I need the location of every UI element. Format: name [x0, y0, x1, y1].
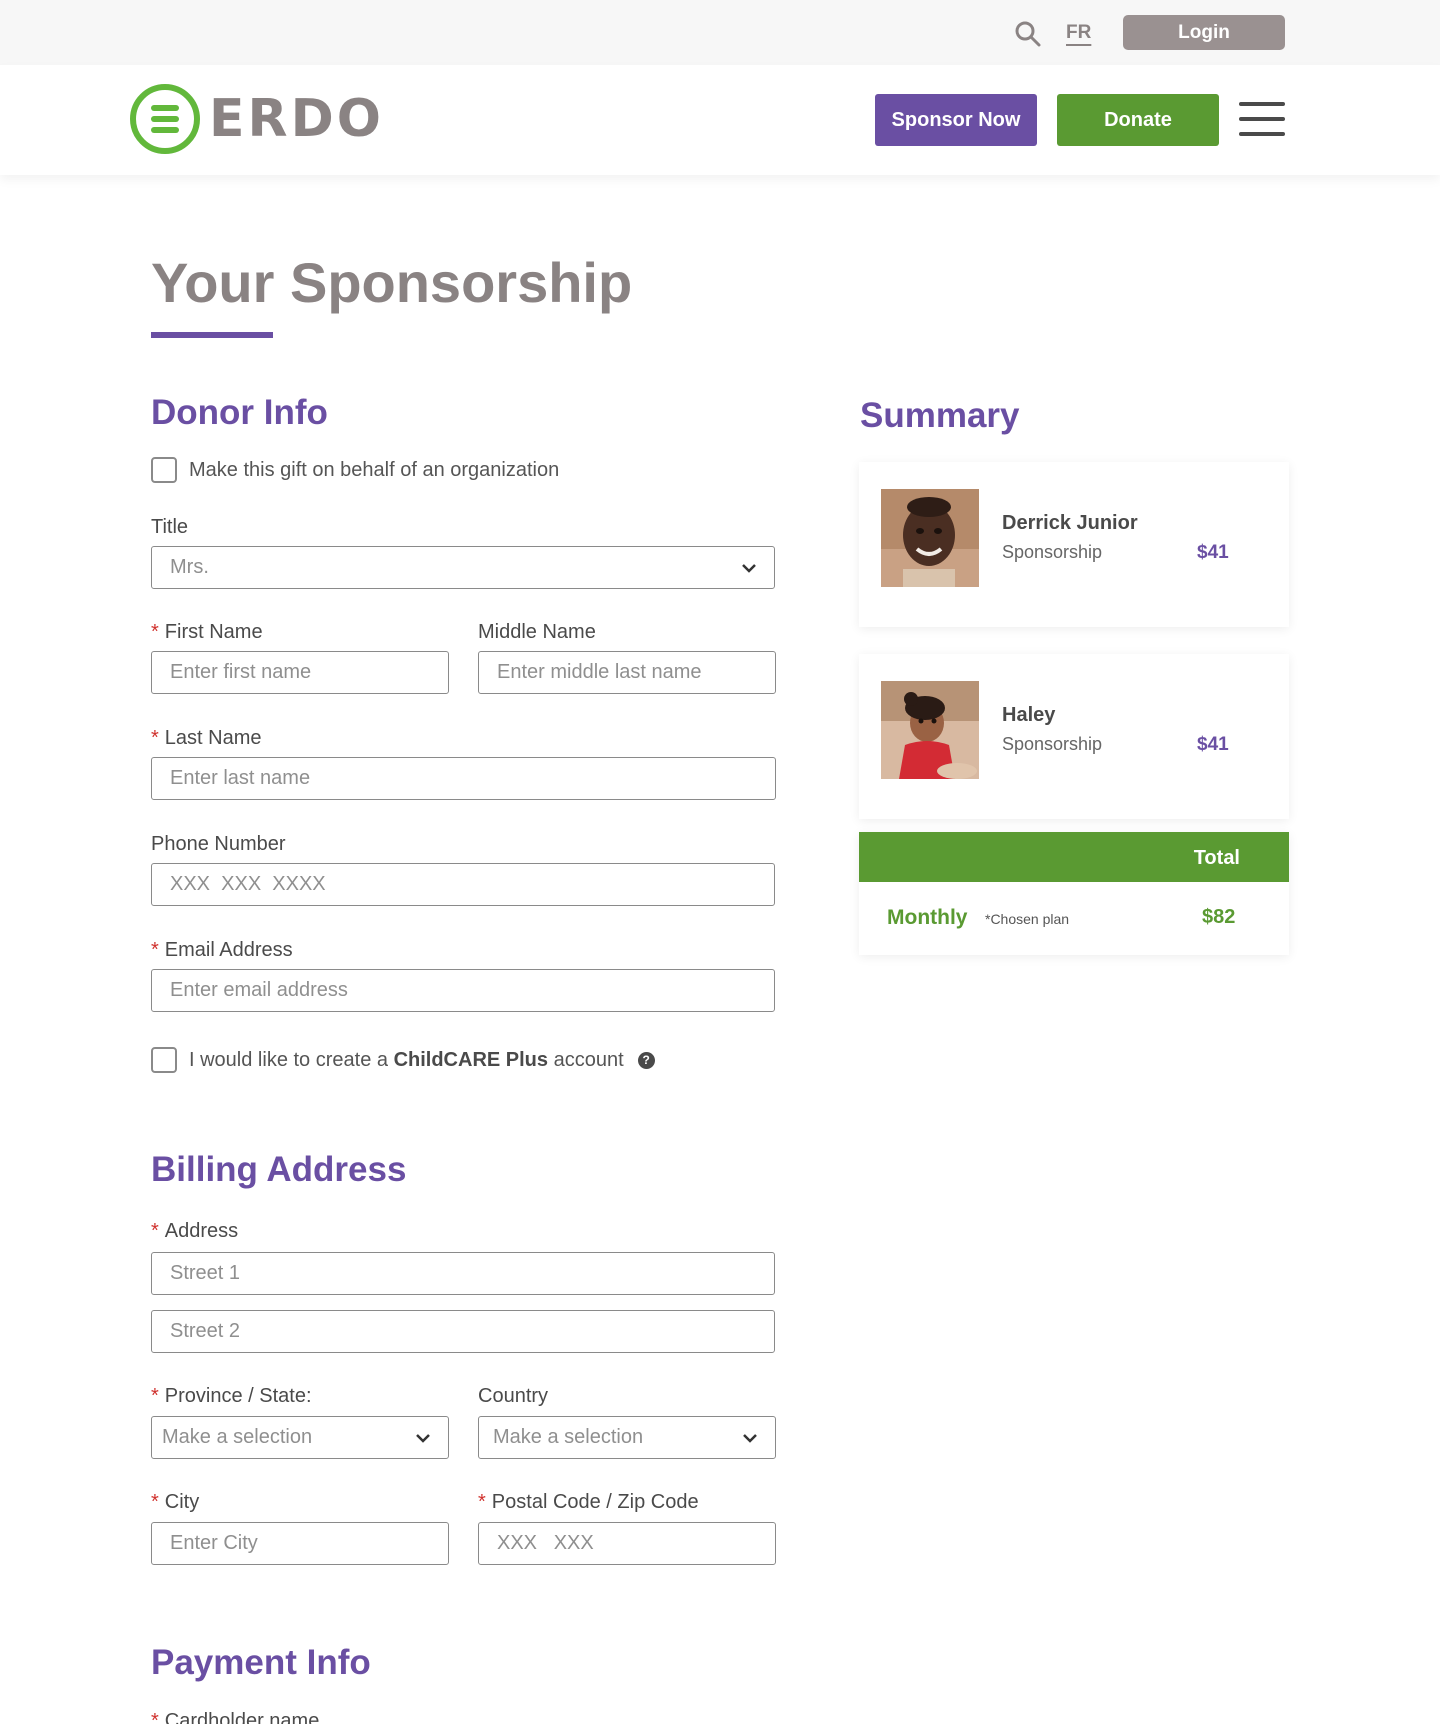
phone-label: Phone Number: [151, 833, 286, 855]
first-name-label: * First Name: [151, 621, 263, 643]
chevron-down-icon: [743, 1433, 757, 1443]
first-name-input[interactable]: [151, 651, 449, 694]
middle-name-label: Middle Name: [478, 621, 596, 643]
donor-info-heading: Donor Info: [151, 393, 328, 432]
cardholder-name-label: * Cardholder name: [151, 1710, 320, 1724]
summary-item-card: Haley Sponsorship $41: [859, 654, 1289, 819]
title-underline: [151, 332, 273, 338]
middle-name-input[interactable]: [478, 651, 776, 694]
country-label: Country: [478, 1385, 549, 1407]
childcare-account-option: I would like to create a ChildCARE Plus …: [151, 1047, 655, 1073]
childcare-account-checkbox[interactable]: [151, 1047, 177, 1073]
address-label: * Address: [151, 1220, 239, 1242]
title-select-value: Mrs.: [170, 556, 209, 578]
email-input[interactable]: [151, 969, 775, 1012]
site-header: ERDO Sponsor Now Donate: [0, 65, 1440, 175]
billing-address-heading: Billing Address: [151, 1150, 407, 1189]
street-2-input[interactable]: [151, 1310, 775, 1353]
chevron-down-icon: [416, 1433, 430, 1443]
phone-input[interactable]: [151, 863, 775, 906]
email-label: * Email Address: [151, 939, 293, 961]
street-1-input[interactable]: [151, 1252, 775, 1295]
title-label: Title: [151, 516, 189, 538]
last-name-input[interactable]: [151, 757, 776, 800]
title-select[interactable]: Mrs.: [151, 546, 775, 589]
chevron-down-icon: [742, 563, 756, 573]
child-name: Derrick Junior: [1002, 512, 1138, 534]
login-button[interactable]: Login: [1123, 15, 1285, 50]
total-label: Total: [1193, 847, 1240, 869]
summary-heading: Summary: [860, 396, 1020, 435]
organization-gift-checkbox[interactable]: [151, 457, 177, 483]
payment-info-heading: Payment Info: [151, 1643, 371, 1682]
child-plan: Sponsorship: [1002, 734, 1103, 754]
total-bar: Total: [859, 832, 1289, 882]
province-select-value: Make a selection: [162, 1426, 313, 1448]
organization-gift-option: Make this gift on behalf of an organizat…: [151, 457, 559, 483]
hamburger-menu-icon[interactable]: [1239, 102, 1285, 138]
total-card: Total Monthly *Chosen plan $82: [859, 832, 1289, 955]
donate-button[interactable]: Donate: [1057, 94, 1219, 146]
logo-wordmark: ERDO: [209, 89, 384, 149]
country-select[interactable]: Make a selection: [478, 1416, 776, 1459]
summary-item-card: Derrick Junior Sponsorship $41: [859, 462, 1289, 627]
page-title: Your Sponsorship: [151, 251, 633, 314]
child-photo: [881, 681, 979, 779]
country-select-value: Make a selection: [493, 1426, 644, 1448]
language-toggle-link[interactable]: FR: [1066, 22, 1091, 44]
utility-bar: FR Login: [0, 0, 1440, 65]
child-amount: $41: [1197, 734, 1229, 755]
plan-frequency: Monthly: [887, 906, 968, 929]
child-amount: $41: [1197, 542, 1229, 563]
child-name: Haley: [1002, 704, 1056, 726]
child-photo: [881, 489, 979, 587]
help-icon[interactable]: ?: [637, 1051, 655, 1069]
plan-note: *Chosen plan: [985, 911, 1070, 927]
total-amount: $82: [1202, 906, 1236, 928]
search-icon[interactable]: [1014, 20, 1042, 48]
logo-mark-icon: [130, 84, 200, 154]
city-input[interactable]: [151, 1522, 449, 1565]
postal-code-input[interactable]: [478, 1522, 776, 1565]
last-name-label: * Last Name: [151, 727, 262, 749]
city-label: * City: [151, 1491, 200, 1513]
child-plan: Sponsorship: [1002, 542, 1103, 562]
province-select[interactable]: Make a selection: [151, 1416, 449, 1459]
province-label: * Province / State:: [151, 1385, 312, 1407]
organization-gift-label: Make this gift on behalf of an organizat…: [189, 458, 560, 481]
sponsor-now-button[interactable]: Sponsor Now: [875, 94, 1037, 146]
childcare-account-label: I would like to create a ChildCARE Plus …: [189, 1048, 624, 1071]
postal-code-label: * Postal Code / Zip Code: [478, 1491, 699, 1513]
erdo-logo[interactable]: ERDO: [129, 83, 384, 155]
